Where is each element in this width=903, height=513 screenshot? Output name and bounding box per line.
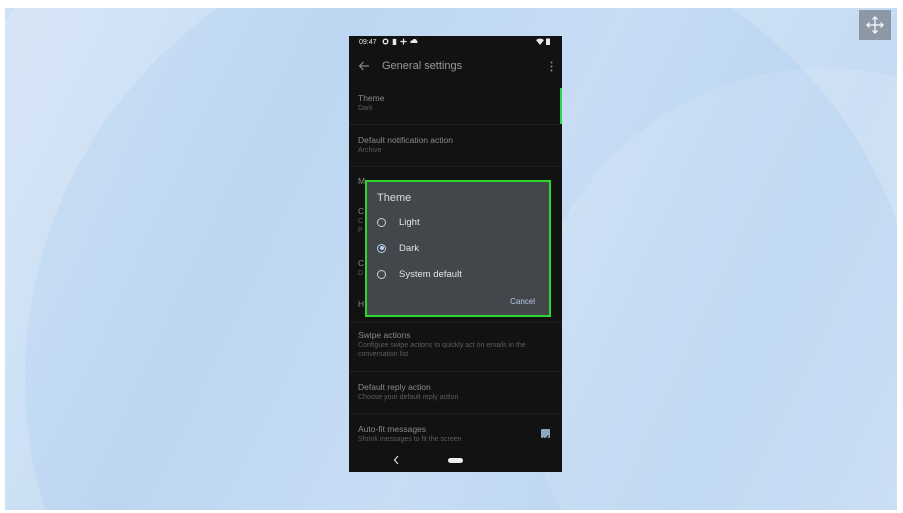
theme-option-system-default[interactable]: System default [377, 267, 462, 281]
battery-saver-icon [392, 38, 397, 45]
settings-gear-icon [382, 38, 389, 45]
theme-option-dark[interactable]: Dark [377, 241, 419, 255]
setting-subtitle: Shrink messages to fit the screen [358, 436, 462, 443]
arrow-left-icon [358, 61, 369, 71]
scroll-highlight [560, 88, 562, 124]
setting-title: Theme [358, 93, 385, 103]
setting-title: Swipe actions [358, 330, 411, 340]
cloud-icon [410, 38, 418, 43]
dialog-title: Theme [377, 192, 412, 204]
setting-title: Default reply action [358, 382, 431, 392]
option-label: System default [399, 268, 462, 280]
setting-subtitle: Configure swipe actions to quickly act o… [358, 342, 526, 358]
setting-default-reply-action[interactable]: Default reply action Choose your default… [358, 382, 553, 403]
status-bar: 09:47 [349, 36, 562, 49]
chevron-left-icon [393, 455, 399, 465]
home-button[interactable] [448, 458, 463, 463]
auto-fit-checkbox[interactable] [541, 429, 550, 441]
nav-back-button[interactable] [393, 454, 399, 468]
setting-subtitle: Dark [358, 105, 373, 112]
setting-title: Auto-fit messages [358, 424, 427, 434]
cancel-button[interactable]: Cancel [510, 297, 535, 306]
option-label: Dark [399, 242, 420, 254]
option-label: Light [399, 216, 420, 228]
radio-system-default[interactable] [377, 269, 386, 279]
move-window-button[interactable] [859, 10, 891, 40]
app-bar: General settings [349, 50, 562, 82]
radio-dark[interactable] [377, 243, 386, 253]
radio-light[interactable] [377, 217, 386, 227]
more-vert-icon [550, 61, 553, 72]
move-arrows-icon [866, 16, 884, 34]
setting-subtitle: Archive [358, 147, 382, 154]
setting-auto-fit-messages[interactable]: Auto-fit messages Shrink messages to fit… [358, 424, 532, 445]
overflow-menu-button[interactable] [550, 59, 553, 77]
battery-icon [546, 38, 550, 45]
setting-swipe-actions[interactable]: Swipe actions Configure swipe actions to… [358, 330, 553, 359]
page-title: General settings [382, 60, 463, 72]
status-time: 09:47 [359, 39, 377, 46]
check-icon [542, 435, 549, 441]
theme-option-light[interactable]: Light [377, 215, 420, 229]
setting-title: Default notification action [358, 135, 453, 145]
navigation-bar [349, 452, 562, 472]
setting-default-notification-action[interactable]: Default notification action Archive [358, 135, 553, 156]
back-button[interactable] [358, 59, 370, 77]
wifi-icon [536, 38, 544, 45]
setting-subtitle: Choose your default reply action [358, 394, 459, 401]
theme-dialog: Theme Light Dark System default Cancel [365, 180, 551, 317]
setting-theme[interactable]: Theme Dark [358, 93, 553, 114]
fan-icon [400, 38, 407, 45]
